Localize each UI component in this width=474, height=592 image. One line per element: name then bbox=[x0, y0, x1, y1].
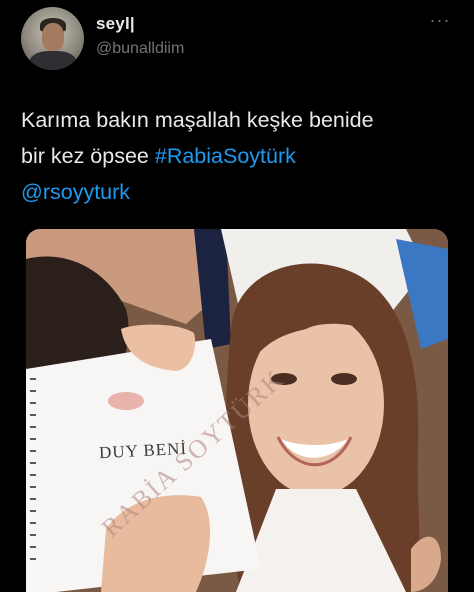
author-avatar[interactable] bbox=[21, 7, 84, 70]
tweet-line-1: Karıma bakın maşallah keşke benide bbox=[21, 108, 374, 132]
mention-link[interactable]: @rsoyyturk bbox=[21, 180, 130, 204]
hashtag-link[interactable]: #RabiaSoytürk bbox=[155, 144, 296, 168]
avatar-face bbox=[42, 23, 64, 51]
tweet-photo[interactable]: DUY BENİ RABİA SOYTÜRK bbox=[26, 229, 448, 592]
tweet-line-2-text: bir kez öpsee bbox=[21, 144, 155, 168]
author-handle[interactable]: @bunalldiim bbox=[96, 40, 184, 58]
ellipsis-icon[interactable]: ··· bbox=[427, 11, 453, 34]
tweet-line-2: bir kez öpsee #RabiaSoytürk bbox=[21, 138, 461, 174]
tweet-text: Karıma bakın maşallah keşke benide bir k… bbox=[21, 102, 461, 210]
author-display-name[interactable]: seyl| bbox=[96, 14, 135, 34]
avatar-body bbox=[29, 51, 77, 70]
